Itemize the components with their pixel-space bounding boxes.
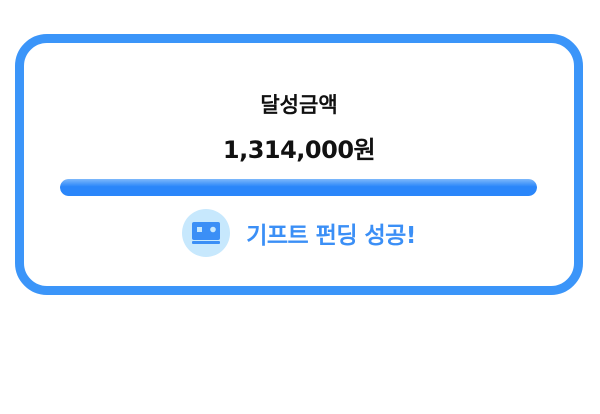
funding-status: 기프트 펀딩 성공! xyxy=(24,209,574,257)
funding-result-card: 달성금액 1,314,000원 기프트 펀딩 성공! xyxy=(15,34,583,295)
funding-status-text: 기프트 펀딩 성공! xyxy=(246,223,416,249)
gift-card-icon xyxy=(182,209,231,257)
progress-bar xyxy=(60,179,537,196)
achieved-amount-label: 달성금액 xyxy=(260,93,338,117)
achieved-amount-value: 1,314,000원 xyxy=(222,136,376,164)
progress-bar-fill xyxy=(60,179,537,196)
